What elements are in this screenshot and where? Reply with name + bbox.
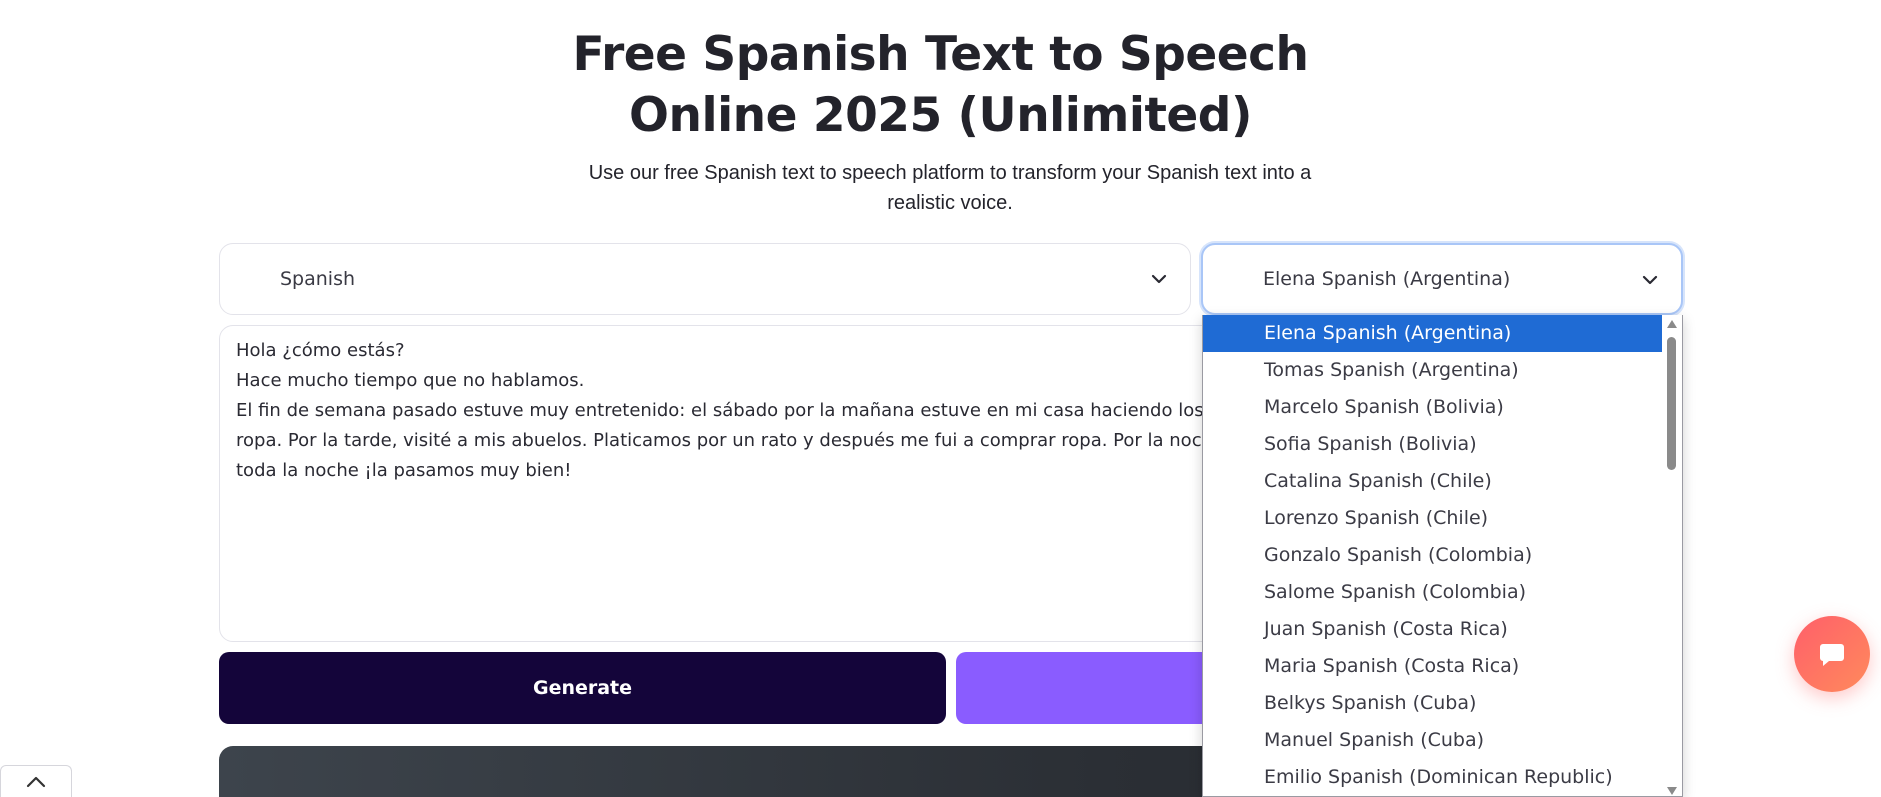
voice-option[interactable]: Marcelo Spanish (Bolivia) [1203, 389, 1663, 426]
voice-option[interactable]: Gonzalo Spanish (Colombia) [1203, 537, 1663, 574]
voice-option[interactable]: Juan Spanish (Costa Rica) [1203, 611, 1663, 648]
chat-button[interactable] [1794, 616, 1870, 692]
voice-select[interactable]: Elena Spanish (Argentina) [1201, 243, 1683, 315]
voice-option[interactable]: Emilio Spanish (Dominican Republic) [1203, 759, 1663, 796]
page-subtitle: Use our free Spanish text to speech plat… [588, 162, 1312, 214]
page-title-line-2: Online 2025 (Unlimited) [629, 88, 1252, 143]
voice-option[interactable]: Catalina Spanish (Chile) [1203, 463, 1663, 500]
voice-option[interactable]: Elena Spanish (Argentina) [1203, 315, 1663, 352]
language-select[interactable]: Spanish [219, 243, 1191, 315]
voice-option[interactable]: Sofia Spanish (Bolivia) [1203, 426, 1663, 463]
voice-dropdown-list[interactable]: Elena Spanish (Argentina) Tomas Spanish … [1202, 315, 1683, 797]
generate-button[interactable]: Generate [219, 652, 946, 724]
voice-option[interactable]: Salome Spanish (Colombia) [1203, 574, 1663, 611]
generate-button-label: Generate [532, 677, 633, 699]
chevron-up-icon [26, 776, 46, 787]
voice-select-value: Elena Spanish (Argentina) [1263, 268, 1511, 290]
scrollbar-thumb[interactable] [1667, 337, 1676, 470]
chevron-down-icon [1642, 275, 1658, 285]
language-select-value: Spanish [280, 268, 356, 290]
page-title: Free Spanish Text to Speech Online 2025 … [0, 24, 1881, 146]
voice-option[interactable]: Maria Spanish (Costa Rica) [1203, 648, 1663, 685]
scroll-up-arrow-icon[interactable] [1667, 320, 1677, 328]
scroll-to-top-button[interactable] [0, 765, 72, 797]
voice-option[interactable]: Lorenzo Spanish (Chile) [1203, 500, 1663, 537]
scroll-down-arrow-icon[interactable] [1667, 787, 1677, 795]
voice-option[interactable]: Manuel Spanish (Cuba) [1203, 722, 1663, 759]
page-title-line-1: Free Spanish Text to Speech [572, 27, 1310, 82]
voice-option[interactable]: Belkys Spanish (Cuba) [1203, 685, 1663, 722]
chevron-down-icon [1151, 274, 1167, 284]
chat-bubble-icon [1820, 644, 1844, 666]
voice-option[interactable]: Tomas Spanish (Argentina) [1203, 352, 1663, 389]
dropdown-scrollbar[interactable] [1662, 315, 1682, 796]
